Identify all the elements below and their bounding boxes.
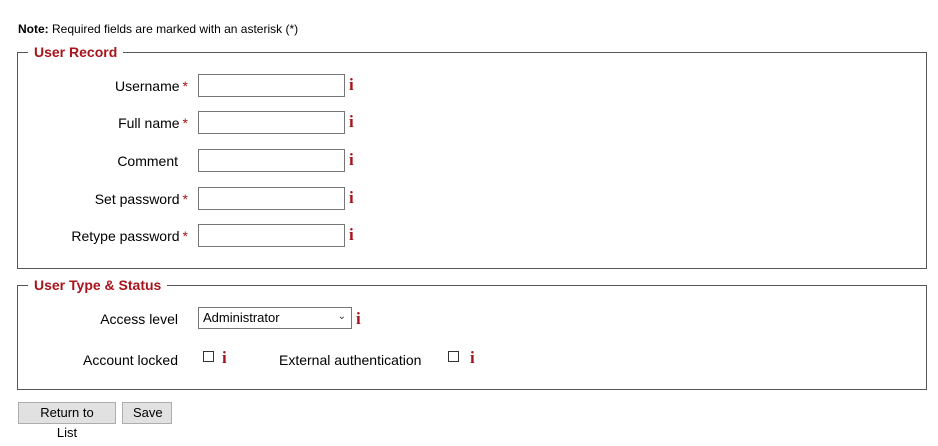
comment-label: Comment — [117, 153, 178, 169]
note-text: Required fields are marked with an aster… — [52, 22, 299, 36]
full-name-label-text: Full name — [118, 115, 180, 131]
username-label-text: Username — [114, 78, 180, 94]
set-password-required-mark: * — [182, 191, 188, 207]
return-to-list-button[interactable]: Return to List — [18, 402, 116, 440]
comment-input[interactable] — [198, 149, 345, 172]
comment-label-text: Comment — [117, 153, 178, 169]
external-auth-label: External authentication — [279, 352, 422, 368]
note-prefix: Note: — [18, 22, 49, 36]
username-label: Username * — [115, 78, 188, 94]
user-record-legend: User Record — [34, 44, 118, 60]
set-password-info-icon[interactable]: i — [349, 189, 354, 206]
required-note: Note: Required fields are marked with an… — [18, 22, 298, 36]
chevron-down-icon: ⌄ — [337, 311, 346, 322]
username-info-icon[interactable]: i — [349, 76, 354, 93]
user-type-legend: User Type & Status — [34, 277, 162, 293]
access-level-info-icon[interactable]: i — [356, 310, 361, 327]
comment-info-icon[interactable]: i — [349, 151, 354, 168]
account-locked-info-icon[interactable]: i — [222, 349, 227, 366]
external-auth-info-icon[interactable]: i — [470, 349, 475, 366]
access-level-select[interactable]: Administrator ⌄ — [198, 307, 352, 329]
account-locked-label: Account locked — [83, 352, 178, 368]
full-name-info-icon[interactable]: i — [349, 113, 354, 130]
retype-password-info-icon[interactable]: i — [349, 226, 354, 243]
retype-password-required-mark: * — [182, 228, 188, 244]
username-required-mark: * — [182, 78, 188, 94]
set-password-input[interactable] — [198, 187, 345, 210]
user-type-fieldset: User Type & Status — [17, 277, 927, 390]
access-level-value: Administrator — [203, 310, 280, 325]
retype-password-label: Retype password * — [71, 228, 188, 244]
set-password-label: Set password * — [95, 191, 188, 207]
full-name-input[interactable] — [198, 111, 345, 134]
full-name-required-mark: * — [182, 115, 188, 131]
access-level-label: Access level — [100, 311, 178, 327]
username-input[interactable] — [198, 74, 345, 97]
account-locked-checkbox[interactable] — [203, 351, 214, 362]
retype-password-label-text: Retype password — [71, 228, 180, 244]
save-button[interactable]: Save — [122, 402, 172, 424]
external-auth-checkbox[interactable] — [448, 351, 459, 362]
set-password-label-text: Set password — [94, 191, 180, 207]
full-name-label: Full name * — [118, 115, 188, 131]
retype-password-input[interactable] — [198, 224, 345, 247]
